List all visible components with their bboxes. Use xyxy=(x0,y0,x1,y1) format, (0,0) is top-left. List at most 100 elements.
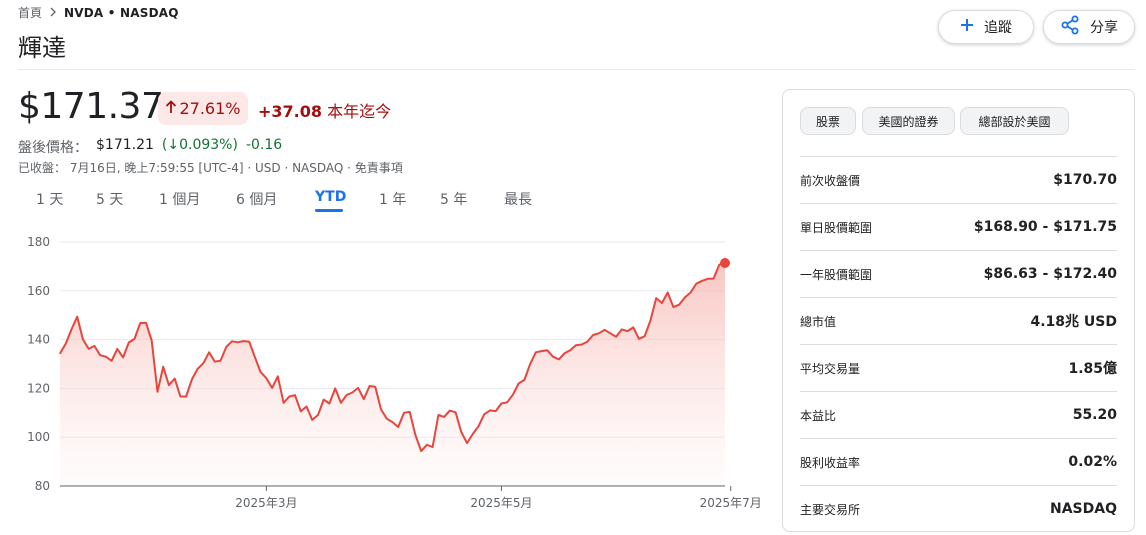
price-point xyxy=(690,291,692,294)
price-point xyxy=(667,291,669,294)
price-point xyxy=(340,402,342,404)
price-point xyxy=(552,356,554,358)
price-point xyxy=(283,402,285,404)
price-point xyxy=(323,399,325,401)
y-tick-label: 140 xyxy=(27,333,50,347)
stat-label: 總市值 xyxy=(800,314,837,329)
x-axis: 2025年3月 2025年5月 2025年7月 xyxy=(235,486,760,510)
share-button[interactable]: 分享 xyxy=(1043,10,1135,44)
price-point xyxy=(237,341,239,343)
tab-5-year[interactable]: 5 年 xyxy=(440,189,467,209)
price-point xyxy=(391,421,394,423)
price-point xyxy=(82,338,84,340)
price-point xyxy=(460,431,462,433)
price-point xyxy=(466,442,468,444)
chip-stock[interactable]: 股票 xyxy=(800,107,856,135)
price-point xyxy=(512,394,514,396)
price-point xyxy=(523,379,526,381)
chip-us-securities[interactable]: 美國的證券 xyxy=(862,107,955,135)
tab-6-month[interactable]: 6 個月 xyxy=(236,189,277,209)
price-point xyxy=(707,278,709,280)
price-point xyxy=(145,322,147,324)
price-point xyxy=(695,283,697,285)
price-point xyxy=(116,348,118,350)
stat-label: 前次收盤價 xyxy=(800,173,861,188)
price-point xyxy=(403,412,405,414)
price-point xyxy=(99,354,101,356)
share-icon xyxy=(1060,15,1080,39)
y-tick-label: 120 xyxy=(27,381,50,395)
market-closed-info: 已收盤： 7月16日, 晚上7:59:55 [UTC-4] · USD · NA… xyxy=(18,161,403,175)
stat-value: 0.02% xyxy=(1068,454,1117,470)
tab-max[interactable]: 最長 xyxy=(504,189,532,209)
price-point xyxy=(105,356,107,358)
price-point xyxy=(225,346,227,348)
price-point xyxy=(374,386,376,388)
price-point xyxy=(369,385,371,387)
last-price-marker xyxy=(720,257,730,268)
stat-primary-exchange: 主要交易所 NASDAQ xyxy=(800,485,1117,532)
price-point xyxy=(59,352,61,355)
price-point xyxy=(604,329,606,331)
change-percent: 27.61% xyxy=(179,99,241,118)
price-point xyxy=(684,296,686,298)
price-point xyxy=(718,264,720,266)
price-point xyxy=(626,330,629,332)
y-tick-label: 100 xyxy=(27,430,50,444)
price-point xyxy=(546,349,548,351)
breadcrumb-home-link[interactable]: 首頁 xyxy=(18,4,42,21)
price-point xyxy=(156,391,159,393)
price-point xyxy=(592,334,594,336)
price-point xyxy=(712,278,715,280)
price-point xyxy=(179,395,181,398)
share-label: 分享 xyxy=(1090,20,1118,36)
stat-label: 一年股價範圍 xyxy=(800,267,873,282)
price-point xyxy=(294,394,296,396)
price-point xyxy=(254,356,256,358)
tab-5-day[interactable]: 5 天 xyxy=(96,189,123,209)
price-point xyxy=(477,425,480,427)
price-point xyxy=(300,410,302,412)
price-point xyxy=(569,349,571,351)
price-point xyxy=(219,360,222,362)
follow-button[interactable]: 追蹤 xyxy=(938,10,1034,44)
price-point xyxy=(437,414,439,416)
price-point xyxy=(414,434,416,436)
price-point xyxy=(202,362,204,364)
price-point xyxy=(174,378,176,380)
price-point xyxy=(672,306,675,308)
plus-icon xyxy=(960,18,974,36)
stat-value: $170.70 xyxy=(1053,172,1117,188)
price-chart[interactable]: 80 100 120 140 160 180 2025年3月 2025年5月 2025年7月 xyxy=(0,230,760,520)
price-point xyxy=(386,418,388,420)
change-percent-badge: 27.61% xyxy=(158,92,248,125)
current-price: $171.37 xyxy=(18,86,164,127)
breadcrumb-current: NVDA • NASDAQ xyxy=(64,5,179,20)
price-point xyxy=(351,391,353,394)
price-point xyxy=(162,366,164,368)
price-point xyxy=(265,377,267,379)
price-point xyxy=(644,335,646,337)
price-point xyxy=(70,328,73,330)
chip-hq-us[interactable]: 總部設於美國 xyxy=(960,107,1069,135)
price-point xyxy=(397,426,399,428)
price-point xyxy=(185,395,187,398)
price-point xyxy=(357,387,359,389)
stat-label: 單日股價範圍 xyxy=(800,220,873,235)
tab-1-year[interactable]: 1 年 xyxy=(379,189,406,209)
price-point xyxy=(655,297,657,299)
tab-1-month[interactable]: 1 個月 xyxy=(159,189,200,209)
after-hours-row: 盤後價格： $171.21 (↓0.093%) -0.16 xyxy=(18,137,282,157)
price-point xyxy=(214,361,216,363)
price-point xyxy=(208,351,210,353)
active-tab-indicator xyxy=(315,209,343,212)
stat-year-range: 一年股價範圍 $86.63 - $172.40 xyxy=(800,250,1117,297)
price-point xyxy=(288,395,290,398)
tab-ytd[interactable]: YTD xyxy=(315,189,346,205)
tab-1-day[interactable]: 1 天 xyxy=(36,189,63,209)
price-point xyxy=(483,413,485,415)
price-point xyxy=(598,332,600,334)
price-point xyxy=(311,419,313,421)
price-point xyxy=(76,316,78,318)
price-point xyxy=(231,340,233,342)
